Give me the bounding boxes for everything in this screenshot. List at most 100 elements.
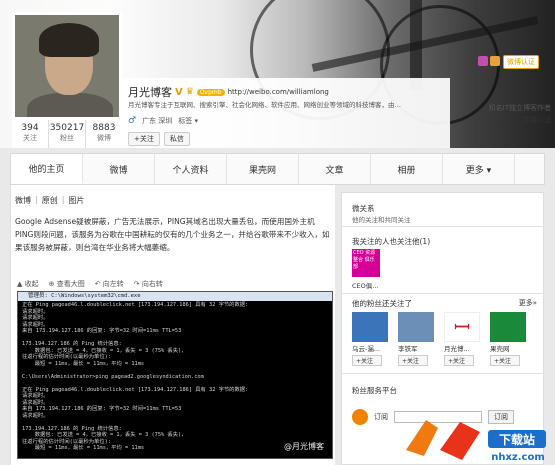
rotate-left-button[interactable]: ↶ 向左转	[95, 279, 124, 289]
cmd-output: 正在 Ping pagead46.l.doubleclick.net [173.…	[18, 301, 332, 459]
suggested-user: ꟷ 月光博... +关注	[444, 312, 482, 366]
avatar-shirt	[27, 93, 113, 117]
suggested-user: 乌云-漏... +关注	[352, 312, 390, 366]
tab-home[interactable]: 他的主页	[11, 154, 83, 184]
suggested-name[interactable]: 月光博...	[444, 343, 482, 353]
rotate-right-label: 向右转	[141, 280, 163, 288]
follow-button[interactable]: +关注	[444, 355, 474, 366]
divider	[342, 293, 545, 294]
tab-weibo[interactable]: 微博	[83, 154, 155, 184]
rss-icon	[352, 409, 368, 425]
collapse-label: 收起	[24, 280, 39, 288]
watermark-flame-shape	[440, 422, 480, 460]
mutual-title[interactable]: 我关注的人也关注他(1)	[342, 236, 430, 247]
cmd-line: C:\Users\Administrator>	[22, 458, 328, 459]
ceo-club-avatar[interactable]: CEO 资源整合 俱乐部	[352, 249, 380, 277]
top-icon-row	[478, 56, 500, 66]
view-large-button[interactable]: ⊕ 查看大图	[49, 279, 85, 289]
stat-label: 关注	[23, 134, 37, 142]
profile-meta: ♂ 广东 深圳 标签 ▾	[128, 116, 198, 126]
watermark-brand: 下载站	[499, 432, 535, 447]
follow-button[interactable]: +关注	[352, 355, 382, 366]
profile-tabs: 他的主页 微博 个人资料 果壳网 文章 相册 更多 ▾	[10, 153, 545, 185]
image-watermark: @月光博客	[284, 442, 324, 451]
watermark-domain: nhxz.com	[491, 452, 545, 463]
stat-num: 394	[21, 123, 39, 133]
suggested-avatar[interactable]: ꟷ	[444, 312, 480, 342]
view-large-label: 查看大图	[56, 280, 85, 288]
feed-main: 微博 | 原创 | 图片 Google Adsense疑被屏蔽，广告无法展示，P…	[10, 185, 335, 465]
divider	[342, 373, 545, 374]
avatar[interactable]	[12, 12, 122, 120]
stat-weibo[interactable]: 8883 微博	[86, 120, 122, 148]
follow-button[interactable]: +关注	[128, 132, 160, 146]
suggested-follows: 乌云-漏... +关注 李铁军 +关注 ꟷ 月光博... +关注 果壳网 +关注	[352, 312, 542, 366]
suggested-avatar[interactable]	[352, 312, 388, 342]
post-text: Google Adsense疑被屏蔽，广告无法展示，PING其域名出现大量丢包，…	[15, 217, 330, 252]
profile-name-row: 月光博客 V ♛ Ovpmb http://weibo.com/williaml…	[128, 84, 329, 100]
collapse-button[interactable]: ▲ 收起	[17, 279, 39, 289]
app-icon[interactable]	[490, 56, 500, 66]
more-link[interactable]: 更多»	[519, 298, 537, 308]
profile-stats: 394 关注 350217 粉丝 8883 微博	[12, 120, 122, 148]
suggested-name[interactable]: 乌云-漏...	[352, 343, 390, 353]
suggested-avatar[interactable]	[398, 312, 434, 342]
post-image-cmd[interactable]: 管理员: C:\Windows\system32\cmd.exe 正在 Ping…	[17, 291, 333, 459]
suggested-user: 李铁军 +关注	[398, 312, 436, 366]
fans-follow-title: 他的粉丝还关注了	[352, 299, 412, 308]
stat-num: 350217	[49, 123, 85, 133]
subnav-separator: |	[35, 195, 38, 204]
certify-button[interactable]: 微博认证	[503, 55, 539, 69]
divider	[342, 226, 545, 227]
fans-follow-header: 他的粉丝还关注了 更多»	[342, 298, 545, 309]
picture-toolbar: ▲ 收起 ⊕ 查看大图 ↶ 向左转 ↷ 向右转	[17, 278, 333, 290]
watermark-flame-shape	[406, 420, 438, 456]
suggested-name[interactable]: 李铁军	[398, 343, 436, 353]
rss-header: 粉丝服务平台	[342, 385, 397, 396]
tags-dropdown[interactable]: 标签 ▾	[178, 116, 198, 126]
profile-url[interactable]: http://weibo.com/williamlong	[228, 88, 329, 96]
suggested-avatar[interactable]	[490, 312, 526, 342]
subnav-pictures[interactable]: 图片	[68, 195, 84, 206]
follow-button[interactable]: +关注	[398, 355, 428, 366]
suggested-name[interactable]: 果壳网	[490, 343, 528, 353]
mutual-header: 我关注的人也关注他(1)	[342, 236, 430, 247]
app-icon[interactable]	[478, 56, 488, 66]
profile-description: 月光博客专注于互联网、搜索引擎、社会化网络、软件应用、网络创业等领域的科技博客，…	[128, 101, 401, 109]
relations-subtitle[interactable]: 他的关注和共同关注	[342, 214, 411, 224]
profile-location: 广东 深圳	[142, 117, 173, 125]
profile-name: 月光博客	[128, 86, 172, 99]
subscribe-label: 订阅	[374, 413, 388, 421]
relations-title: 微关系	[352, 204, 375, 213]
stat-following[interactable]: 394 关注	[12, 120, 49, 148]
male-icon: ♂	[128, 116, 137, 126]
subnav-original[interactable]: 原创	[42, 195, 58, 206]
relations-header: 微关系 他的关注和共同关注	[342, 203, 411, 224]
side-note-line: 知名IT独立博客作者	[488, 104, 551, 112]
vip-badge[interactable]: Ovpmb	[196, 88, 225, 96]
stat-label: 粉丝	[60, 134, 74, 142]
apply-certify-link[interactable]: 申请认证	[483, 114, 551, 126]
tab-profile[interactable]: 个人资料	[155, 154, 227, 184]
avatar-hair	[39, 23, 99, 57]
crown-icon: ♛	[185, 87, 194, 97]
cmd-title: 管理员: C:\Windows\system32\cmd.exe	[18, 292, 332, 301]
follow-button[interactable]: +关注	[490, 355, 520, 366]
site-watermark: 下载站 nhxz.com	[406, 420, 546, 463]
rotate-right-button[interactable]: ↷ 向右转	[134, 279, 163, 289]
rotate-left-label: 向左转	[102, 280, 124, 288]
tab-more[interactable]: 更多 ▾	[443, 154, 515, 184]
side-note: 知名IT独立博客作者 申请认证	[483, 102, 551, 126]
subnav-weibo[interactable]: 微博	[15, 195, 31, 206]
feed-subnav: 微博 | 原创 | 图片	[15, 195, 84, 206]
verified-icon: V	[175, 86, 183, 98]
rss-title: 粉丝服务平台	[352, 386, 397, 395]
tab-articles[interactable]: 文章	[299, 154, 371, 184]
stat-followers[interactable]: 350217 粉丝	[49, 120, 86, 148]
tab-album[interactable]: 相册	[371, 154, 443, 184]
ceo-club-name[interactable]: CEO俱...	[352, 280, 378, 290]
tab-guokr[interactable]: 果壳网	[227, 154, 299, 184]
stat-label: 微博	[97, 134, 111, 142]
message-button[interactable]: 私信	[163, 132, 190, 146]
suggested-user: 果壳网 +关注	[490, 312, 528, 366]
